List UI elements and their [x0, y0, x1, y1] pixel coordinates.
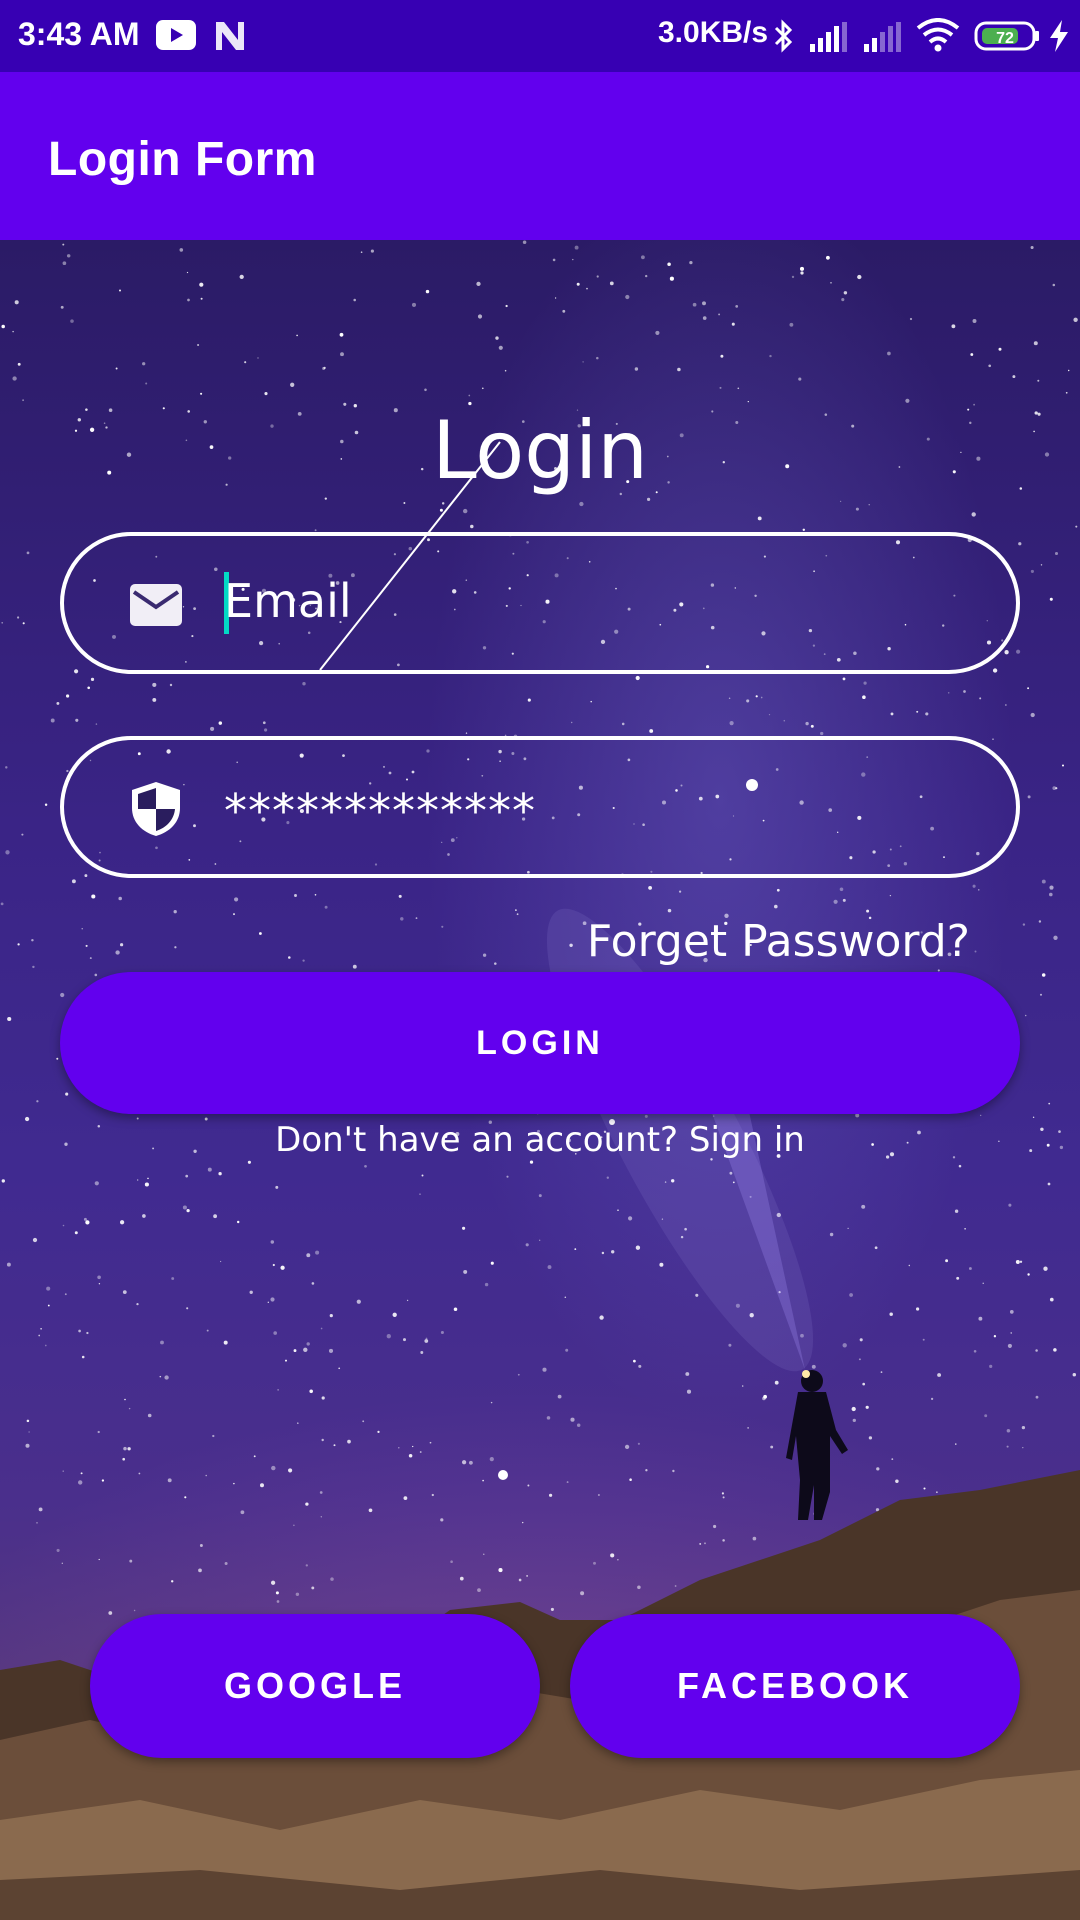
battery-level: 72	[996, 30, 1014, 47]
charging-icon	[1050, 20, 1068, 52]
facebook-button[interactable]: FACEBOOK	[570, 1614, 1020, 1758]
youtube-icon	[156, 20, 196, 50]
mail-icon	[130, 584, 182, 626]
login-button[interactable]: LOGIN	[60, 972, 1020, 1114]
wifi-icon	[916, 18, 960, 52]
email-input[interactable]: Email	[224, 574, 352, 628]
email-field[interactable]: Email	[60, 532, 1020, 674]
shield-icon	[132, 782, 180, 836]
battery-icon: 72	[974, 21, 1039, 51]
login-heading: Login	[432, 404, 648, 497]
signup-link[interactable]: Don't have an account? Sign in	[0, 1120, 1080, 1160]
forgot-password-link[interactable]: Forget Password?	[587, 916, 970, 967]
network-speed: 3.0KB/s	[658, 16, 769, 49]
app-bar: Login Form	[0, 72, 1080, 240]
password-field[interactable]: *************	[60, 736, 1020, 878]
google-button[interactable]: GOOGLE	[90, 1614, 540, 1758]
signal-icon	[810, 22, 847, 52]
n-icon	[216, 22, 244, 50]
app-bar-title: Login Form	[48, 133, 317, 186]
bluetooth-icon	[774, 19, 793, 53]
status-bar: 3:43 AM 3.0KB/s 72	[0, 0, 1080, 72]
password-input[interactable]: *************	[224, 784, 536, 838]
signal-icon	[864, 22, 901, 52]
status-time: 3:43 AM	[18, 16, 140, 52]
